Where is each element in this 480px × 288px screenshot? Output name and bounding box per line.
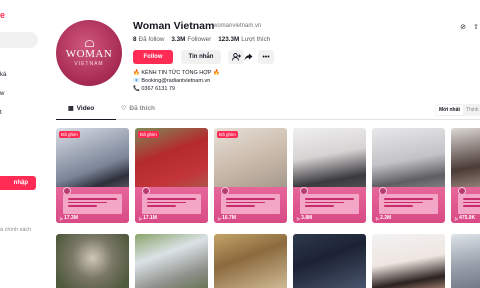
share-icon[interactable]: ⇧ bbox=[471, 22, 480, 32]
play-icon: ▷ bbox=[376, 215, 380, 221]
sidebar-search-box[interactable] bbox=[0, 32, 38, 48]
sidebar-login-button[interactable]: nhập bbox=[0, 176, 36, 190]
view-count: ▷ 17.1M bbox=[139, 215, 157, 221]
caption-box bbox=[142, 194, 201, 214]
active-tab-indicator bbox=[56, 118, 116, 120]
view-count: ▷ 16.7M bbox=[218, 215, 236, 221]
bio-line-2: 📧 Booking@radiantvietnam.vn bbox=[133, 78, 211, 84]
sidebar-brand-fragment: e bbox=[0, 10, 6, 20]
profile-avatar: WOMAN VIETNAM bbox=[56, 20, 122, 86]
caption-box bbox=[458, 194, 480, 214]
bio-line-3: 📞 0367 6131 79 bbox=[133, 86, 176, 92]
pinned-badge: Đã ghim bbox=[138, 131, 159, 138]
tab-liked-label: Đã thích bbox=[129, 105, 156, 112]
video-card[interactable]: Đã ghim ▷ 17.1M bbox=[135, 128, 208, 223]
tiktok-profile-page: e ká w t nhập à chính sách WOMAN VIETNAM… bbox=[0, 0, 480, 288]
follow-button[interactable]: Follow bbox=[133, 50, 173, 64]
sidebar-item-live[interactable]: t bbox=[0, 110, 2, 116]
settings-icon[interactable]: ⊘ bbox=[458, 22, 468, 32]
pinned-badge: Đã ghim bbox=[217, 131, 238, 138]
play-icon: ▷ bbox=[297, 215, 301, 221]
play-icon: ▷ bbox=[60, 215, 64, 221]
grid-icon: ▦ bbox=[68, 106, 74, 112]
video-card[interactable]: ▷ 3.8M bbox=[293, 128, 366, 223]
bio-line-1: 🔥 KÊNH TIN TỨC TỔNG HỢP 🔥 bbox=[133, 70, 220, 76]
video-card[interactable]: ▷ 475.9K bbox=[451, 128, 480, 223]
following-stat[interactable]: 8 Đã follow bbox=[133, 36, 164, 43]
video-card[interactable] bbox=[56, 234, 129, 288]
video-card[interactable] bbox=[451, 234, 480, 288]
play-icon: ▷ bbox=[139, 215, 143, 221]
video-card[interactable] bbox=[214, 234, 287, 288]
share-arrow-icon[interactable] bbox=[240, 50, 256, 64]
video-card[interactable] bbox=[135, 234, 208, 288]
tab-videos-label: Video bbox=[76, 105, 95, 112]
tab-videos[interactable]: ▦ Video bbox=[68, 105, 94, 112]
view-count: ▷ 3.8M bbox=[297, 215, 313, 221]
caption-box bbox=[221, 194, 280, 214]
heart-lock-icon: ♡ bbox=[121, 106, 127, 112]
view-count: ▷ 475.9K bbox=[455, 215, 476, 221]
caption-box bbox=[379, 194, 438, 214]
sidebar-item-explore[interactable]: ká bbox=[0, 72, 6, 78]
sidebar-item-following[interactable]: w bbox=[0, 91, 4, 97]
crest-icon bbox=[84, 39, 94, 47]
pinned-badge: Đã ghim bbox=[59, 131, 80, 138]
caption-box bbox=[300, 194, 359, 214]
sort-popular-button[interactable]: Thịnh bbox=[463, 105, 480, 115]
view-count: ▷ 17.3M bbox=[60, 215, 78, 221]
followers-stat[interactable]: 3.3M Follower bbox=[171, 36, 211, 43]
profile-stats: 8 Đã follow 3.3M Follower 123.3M Lượt thích bbox=[133, 36, 270, 43]
message-button[interactable]: Tin nhắn bbox=[181, 50, 221, 64]
play-icon: ▷ bbox=[455, 215, 459, 221]
profile-name: Woman Vietnam bbox=[133, 20, 215, 32]
tab-liked[interactable]: ♡ Đã thích bbox=[121, 105, 155, 112]
video-card[interactable] bbox=[372, 234, 445, 288]
sort-toggle: Mới nhất Thịnh bbox=[435, 104, 480, 116]
video-card[interactable]: ▷ 2.2M bbox=[372, 128, 445, 223]
video-card[interactable]: Đã ghim ▷ 16.7M bbox=[214, 128, 287, 223]
caption-box bbox=[63, 194, 122, 214]
left-sidebar: e ká w t nhập à chính sách bbox=[0, 0, 46, 288]
more-options-icon[interactable]: ••• bbox=[258, 50, 274, 64]
avatar-logo-text: WOMAN bbox=[65, 47, 113, 60]
sort-latest-button[interactable]: Mới nhất bbox=[436, 105, 464, 115]
video-card[interactable]: Đã ghim ▷ 17.3M bbox=[56, 128, 129, 223]
view-count: ▷ 2.2M bbox=[376, 215, 392, 221]
profile-tabs: ▦ Video ♡ Đã thích bbox=[56, 102, 480, 120]
profile-handle: womanvietnam.vn bbox=[213, 23, 262, 29]
likes-stat: 123.3M Lượt thích bbox=[218, 36, 271, 43]
video-card[interactable] bbox=[293, 234, 366, 288]
sidebar-policy-link[interactable]: à chính sách bbox=[0, 227, 31, 233]
play-icon: ▷ bbox=[218, 215, 222, 221]
avatar-logo-subtext: VIETNAM bbox=[74, 60, 104, 67]
